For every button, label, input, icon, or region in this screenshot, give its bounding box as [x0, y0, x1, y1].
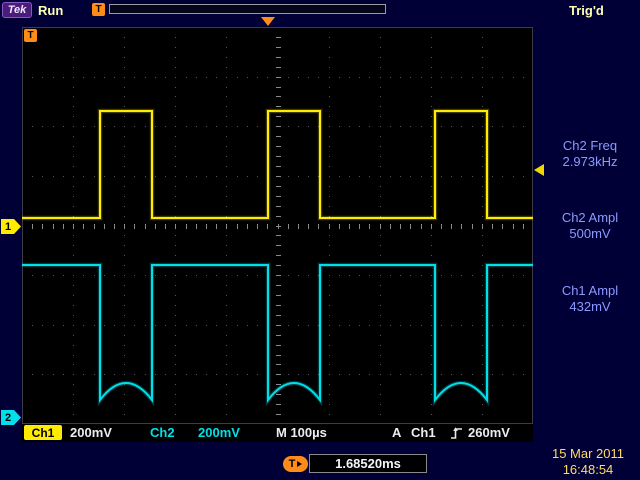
measurement-label: Ch2 Freq: [540, 138, 640, 154]
measurement-value: 432mV: [540, 299, 640, 315]
graticule-screen: T: [22, 27, 533, 424]
time-text: 16:48:54: [538, 462, 638, 478]
tek-logo: Tek: [2, 2, 32, 18]
oscilloscope-display: Tek Run T Trig'd T 1 2 Ch2 Freq 2.973kHz…: [0, 0, 640, 480]
measurement-value: 500mV: [540, 226, 640, 242]
trigger-level: 260mV: [468, 425, 510, 440]
measurement-ch2-freq: Ch2 Freq 2.973kHz: [540, 138, 640, 170]
ch1-scale-badge: Ch1: [24, 425, 62, 440]
measurement-ch1-ampl: Ch1 Ampl 432mV: [540, 283, 640, 315]
rising-slope-icon: [450, 426, 463, 443]
measurement-ch2-ampl: Ch2 Ampl 500mV: [540, 210, 640, 242]
ch2-scale: 200mV: [198, 425, 240, 440]
trigger-time-marker: T: [289, 458, 296, 470]
trigger-marker-icon: T: [92, 3, 105, 16]
trigger-source: Ch1: [411, 425, 436, 440]
ch2-label: Ch2: [150, 425, 175, 440]
trigger-position-arrow-icon: [261, 17, 275, 26]
measurement-label: Ch2 Ampl: [540, 210, 640, 226]
ch1-scale: 200mV: [70, 425, 112, 440]
acquisition-status: Run: [38, 3, 63, 18]
timebase-readout: M 100µs: [276, 425, 327, 440]
waveform-plot: [22, 27, 533, 424]
right-arrow-icon: [297, 461, 302, 467]
trigger-time-value: 1.68520ms: [309, 454, 427, 473]
measurement-value: 2.973kHz: [540, 154, 640, 170]
measurement-label: Ch1 Ampl: [540, 283, 640, 299]
trigger-status: Trig'd: [569, 3, 604, 18]
trigger-mode: A: [392, 425, 401, 440]
ch1-ground-marker: 1: [1, 219, 21, 234]
date-text: 15 Mar 2011: [538, 446, 638, 462]
ch2-ground-marker: 2: [1, 410, 21, 425]
trigger-marker-screen: T: [24, 29, 37, 42]
datetime-readout: 15 Mar 2011 16:48:54: [538, 446, 638, 478]
status-bar: Ch1 200mV Ch2 200mV M 100µs A Ch1 260mV: [22, 424, 533, 442]
trigger-time-badge: T: [283, 456, 308, 472]
record-view-bar: [109, 4, 386, 14]
